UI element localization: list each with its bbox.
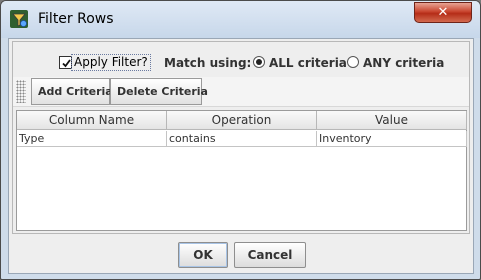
any-criteria-label[interactable]: ANY criteria [363, 56, 444, 70]
window-title: Filter Rows [38, 11, 114, 27]
toolbar-grip[interactable] [16, 80, 26, 103]
table-row[interactable]: Type contains Inventory [17, 131, 467, 147]
match-using-label: Match using: [164, 56, 252, 70]
add-criteria-button[interactable]: Add Criteria [31, 78, 113, 105]
cell-value[interactable]: Inventory [317, 131, 467, 147]
ok-button[interactable]: OK [178, 242, 228, 268]
criteria-toolbar: Add Criteria Delete Criteria [13, 77, 469, 107]
criteria-panel: Apply Filter? Match using: ALL criteria … [12, 41, 470, 234]
cell-column-name[interactable]: Type [17, 131, 167, 147]
table-header: Column Name Operation Value [17, 111, 467, 130]
apply-filter-label[interactable]: Apply Filter? [71, 54, 151, 71]
cancel-button[interactable]: Cancel [234, 242, 306, 268]
any-criteria-radio[interactable] [347, 56, 359, 68]
dialog-content: Apply Filter? Match using: ALL criteria … [8, 38, 474, 274]
all-criteria-radio[interactable] [253, 56, 265, 68]
all-criteria-label[interactable]: ALL criteria [269, 56, 347, 70]
delete-criteria-button[interactable]: Delete Criteria [110, 78, 208, 105]
column-header-column-name[interactable]: Column Name [17, 111, 167, 129]
criteria-table: Column Name Operation Value Type contain… [16, 110, 467, 231]
column-header-value[interactable]: Value [317, 111, 467, 129]
column-header-operation[interactable]: Operation [167, 111, 317, 129]
filter-options: Apply Filter? Match using: ALL criteria … [13, 42, 469, 76]
title-bar[interactable]: Filter Rows ✕ [1, 1, 480, 38]
filter-rows-dialog: Filter Rows ✕ Apply Filter? Match using:… [0, 0, 481, 280]
filter-funnel-icon [10, 10, 28, 28]
cell-operation[interactable]: contains [167, 131, 317, 147]
close-button[interactable]: ✕ [414, 2, 472, 23]
